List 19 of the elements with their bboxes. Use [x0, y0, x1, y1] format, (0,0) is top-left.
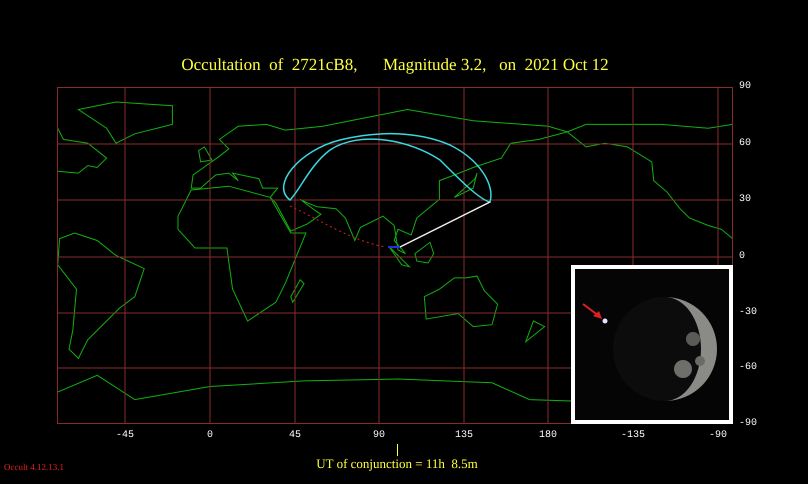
longitude-label: 45 — [288, 430, 302, 442]
chart-title: Occultation of 2721cB8, Magnitude 3.2, on 2021 Oct 12 — [181, 56, 609, 73]
longitude-label: -90 — [708, 430, 728, 442]
longitude-label: 90 — [372, 430, 386, 442]
longitude-label: -45 — [114, 430, 135, 442]
longitude-label: 180 — [538, 430, 558, 442]
latitude-label: 90 — [739, 81, 752, 93]
latitude-label: 30 — [739, 194, 752, 206]
longitude-label: 0 — [206, 430, 214, 442]
latitude-label: -90 — [739, 418, 758, 430]
conjunction-tick — [396, 444, 398, 456]
conjunction-time: UT of conjunction = 11h 8.5m — [316, 456, 478, 472]
longitude-label: 135 — [454, 430, 474, 442]
latitude-label: -60 — [739, 362, 758, 374]
version-label: Occult 4.12.13.1 — [4, 462, 64, 473]
longitude-label: -135 — [620, 430, 646, 442]
latitude-label: -30 — [739, 307, 758, 319]
latitude-label: 0 — [739, 251, 746, 263]
latitude-label: 60 — [739, 138, 752, 150]
